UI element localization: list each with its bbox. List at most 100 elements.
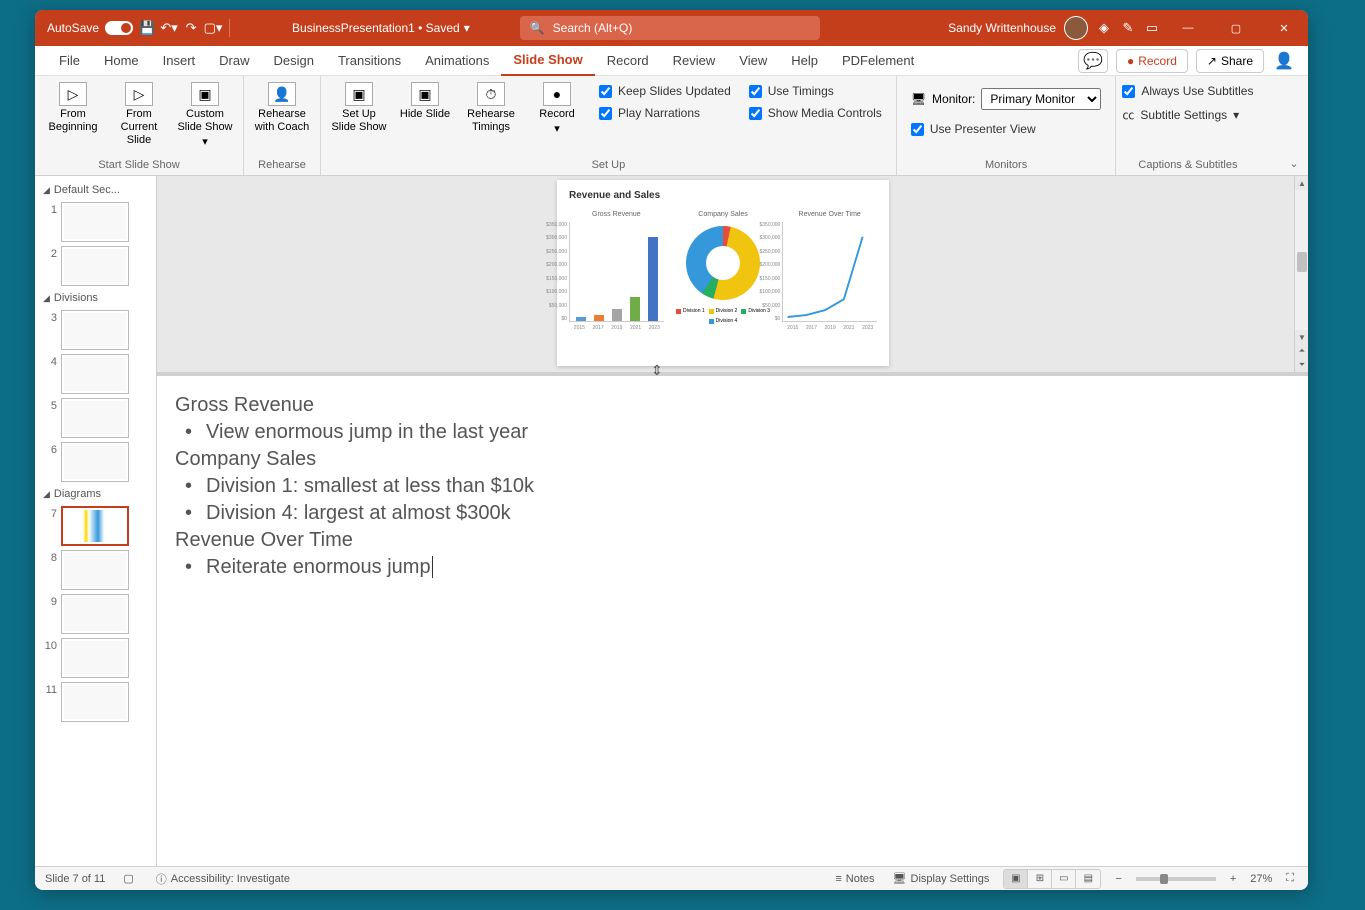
- tab-file[interactable]: File: [47, 46, 92, 76]
- minimize-button[interactable]: —: [1168, 12, 1208, 44]
- slideshow-view-button[interactable]: ▤: [1076, 870, 1100, 888]
- from-current-button[interactable]: ▷From Current Slide: [107, 78, 171, 152]
- resize-icon[interactable]: ⇕: [651, 362, 663, 379]
- comments-button[interactable]: 💬: [1078, 49, 1108, 73]
- scroll-down-icon[interactable]: ▼: [1295, 330, 1308, 344]
- notes-icon: ≡: [835, 873, 841, 885]
- tab-design[interactable]: Design: [262, 46, 326, 76]
- presenter-view-checkbox[interactable]: Use Presenter View: [903, 122, 1036, 136]
- slide-thumbnail-8[interactable]: [61, 550, 129, 590]
- play-narrations-checkbox[interactable]: Play Narrations: [599, 106, 731, 120]
- use-timings-checkbox[interactable]: Use Timings: [749, 84, 882, 98]
- display-settings-button[interactable]: 🖥Display Settings: [889, 872, 994, 885]
- user-name[interactable]: Sandy Writtenhouse: [948, 21, 1056, 35]
- save-icon[interactable]: 💾: [139, 20, 155, 36]
- tab-review[interactable]: Review: [661, 46, 728, 76]
- notes-splitter[interactable]: ⇕: [157, 372, 1308, 376]
- window-icon[interactable]: ▭: [1144, 20, 1160, 36]
- people-icon[interactable]: 👤: [1272, 49, 1296, 73]
- diamond-icon[interactable]: ◈: [1096, 20, 1112, 36]
- coach-icon: 👤: [268, 82, 296, 106]
- search-input[interactable]: 🔍 Search (Alt+Q): [520, 16, 820, 40]
- normal-view-button[interactable]: ▣: [1004, 870, 1028, 888]
- monitor-select[interactable]: Primary Monitor: [981, 88, 1101, 110]
- section-divisions[interactable]: ◢Divisions: [37, 288, 154, 308]
- show-media-checkbox[interactable]: Show Media Controls: [749, 106, 882, 120]
- share-button[interactable]: ↗Share: [1196, 49, 1264, 73]
- slide-thumbnail-1[interactable]: [61, 202, 129, 242]
- slide-thumbnail-9[interactable]: [61, 594, 129, 634]
- prev-slide-icon[interactable]: ⏶: [1295, 344, 1308, 358]
- slide-thumbnail-panel[interactable]: ◢Default Sec... 1 2 ◢Divisions 3 4 5 6 ◢…: [35, 176, 157, 866]
- slide-thumbnail-11[interactable]: [61, 682, 129, 722]
- tab-record[interactable]: Record: [595, 46, 661, 76]
- slide-thumbnail-6[interactable]: [61, 442, 129, 482]
- notes-button[interactable]: ≡Notes: [831, 873, 878, 885]
- tab-home[interactable]: Home: [92, 46, 151, 76]
- setup-slideshow-button[interactable]: ▣Set Up Slide Show: [327, 78, 391, 138]
- section-default[interactable]: ◢Default Sec...: [37, 180, 154, 200]
- zoom-in-button[interactable]: +: [1226, 873, 1240, 885]
- redo-icon[interactable]: ↷: [183, 20, 199, 36]
- group-label: Monitors: [903, 157, 1110, 175]
- tab-pdfelement[interactable]: PDFelement: [830, 46, 926, 76]
- notes-bullet: Division 1: smallest at less than $10k: [175, 473, 1290, 500]
- record-dropdown[interactable]: ●Record▾: [525, 78, 589, 140]
- tab-insert[interactable]: Insert: [151, 46, 208, 76]
- zoom-level[interactable]: 27%: [1250, 873, 1272, 885]
- notes-pane[interactable]: Gross Revenue View enormous jump in the …: [157, 376, 1308, 866]
- rehearse-timings-button[interactable]: ⏱Rehearse Timings: [459, 78, 523, 138]
- notes-bullet: Reiterate enormous jump: [175, 554, 1290, 581]
- custom-show-button[interactable]: ▣Custom Slide Show▾: [173, 78, 237, 154]
- tab-slide-show[interactable]: Slide Show: [501, 46, 594, 76]
- zoom-out-button[interactable]: −: [1111, 873, 1125, 885]
- slide-canvas[interactable]: Revenue and Sales Gross Revenue $350,000…: [557, 180, 889, 366]
- display-icon: 🖥: [893, 872, 907, 885]
- undo-icon[interactable]: ↶▾: [161, 20, 177, 36]
- slide-thumbnail-10[interactable]: [61, 638, 129, 678]
- scrollbar-vertical[interactable]: ▲ ▼ ⏶ ⏷: [1294, 176, 1308, 372]
- always-subtitles-checkbox[interactable]: Always Use Subtitles: [1122, 84, 1253, 98]
- slide-thumbnail-2[interactable]: [61, 246, 129, 286]
- scroll-up-icon[interactable]: ▲: [1295, 176, 1308, 190]
- slide-thumbnail-3[interactable]: [61, 310, 129, 350]
- avatar[interactable]: [1064, 16, 1088, 40]
- ribbon: ▷From Beginning ▷From Current Slide ▣Cus…: [35, 76, 1308, 176]
- maximize-button[interactable]: ▢: [1216, 12, 1256, 44]
- slide-indicator[interactable]: Slide 7 of 11: [45, 873, 105, 885]
- from-beginning-button[interactable]: ▷From Beginning: [41, 78, 105, 138]
- scroll-thumb[interactable]: [1297, 252, 1307, 272]
- pen-icon[interactable]: ✎: [1120, 20, 1136, 36]
- tab-transitions[interactable]: Transitions: [326, 46, 413, 76]
- tab-draw[interactable]: Draw: [207, 46, 261, 76]
- fit-to-window-button[interactable]: ⛶: [1282, 872, 1298, 885]
- group-label: Rehearse: [250, 157, 314, 175]
- record-button[interactable]: ●Record: [1116, 49, 1188, 73]
- collapse-ribbon-button[interactable]: ⌄: [1286, 155, 1302, 171]
- autosave-toggle[interactable]: AutoSave: [47, 21, 133, 35]
- zoom-slider[interactable]: [1136, 877, 1216, 881]
- next-slide-icon[interactable]: ⏷: [1295, 358, 1308, 372]
- tab-help[interactable]: Help: [779, 46, 830, 76]
- slide-thumbnail-5[interactable]: [61, 398, 129, 438]
- accessibility-button[interactable]: ⓘAccessibility: Investigate: [152, 871, 294, 887]
- from-beginning-icon[interactable]: ▢▾: [205, 20, 221, 36]
- line-chart: Revenue Over Time $350,000$300,000$250,0…: [782, 211, 877, 332]
- spell-check-icon[interactable]: ▢: [119, 872, 137, 885]
- rehearse-coach-button[interactable]: 👤Rehearse with Coach: [250, 78, 314, 138]
- slide-view[interactable]: Revenue and Sales Gross Revenue $350,000…: [157, 176, 1308, 372]
- reading-view-button[interactable]: ▭: [1052, 870, 1076, 888]
- tab-animations[interactable]: Animations: [413, 46, 501, 76]
- slide-thumbnail-7[interactable]: [61, 506, 129, 546]
- tab-view[interactable]: View: [727, 46, 779, 76]
- slide-thumbnail-4[interactable]: [61, 354, 129, 394]
- close-button[interactable]: ✕: [1264, 12, 1304, 44]
- hide-slide-button[interactable]: ▣Hide Slide: [393, 78, 457, 125]
- notes-bullet: Division 4: largest at almost $300k: [175, 500, 1290, 527]
- keep-updated-checkbox[interactable]: Keep Slides Updated: [599, 84, 731, 98]
- sorter-view-button[interactable]: ⊞: [1028, 870, 1052, 888]
- section-diagrams[interactable]: ◢Diagrams: [37, 484, 154, 504]
- document-title[interactable]: BusinessPresentation1 • Saved▾: [292, 21, 470, 35]
- subtitle-settings-button[interactable]: ㏄Subtitle Settings▾: [1122, 106, 1239, 123]
- monitor-label: Monitor:: [932, 92, 975, 106]
